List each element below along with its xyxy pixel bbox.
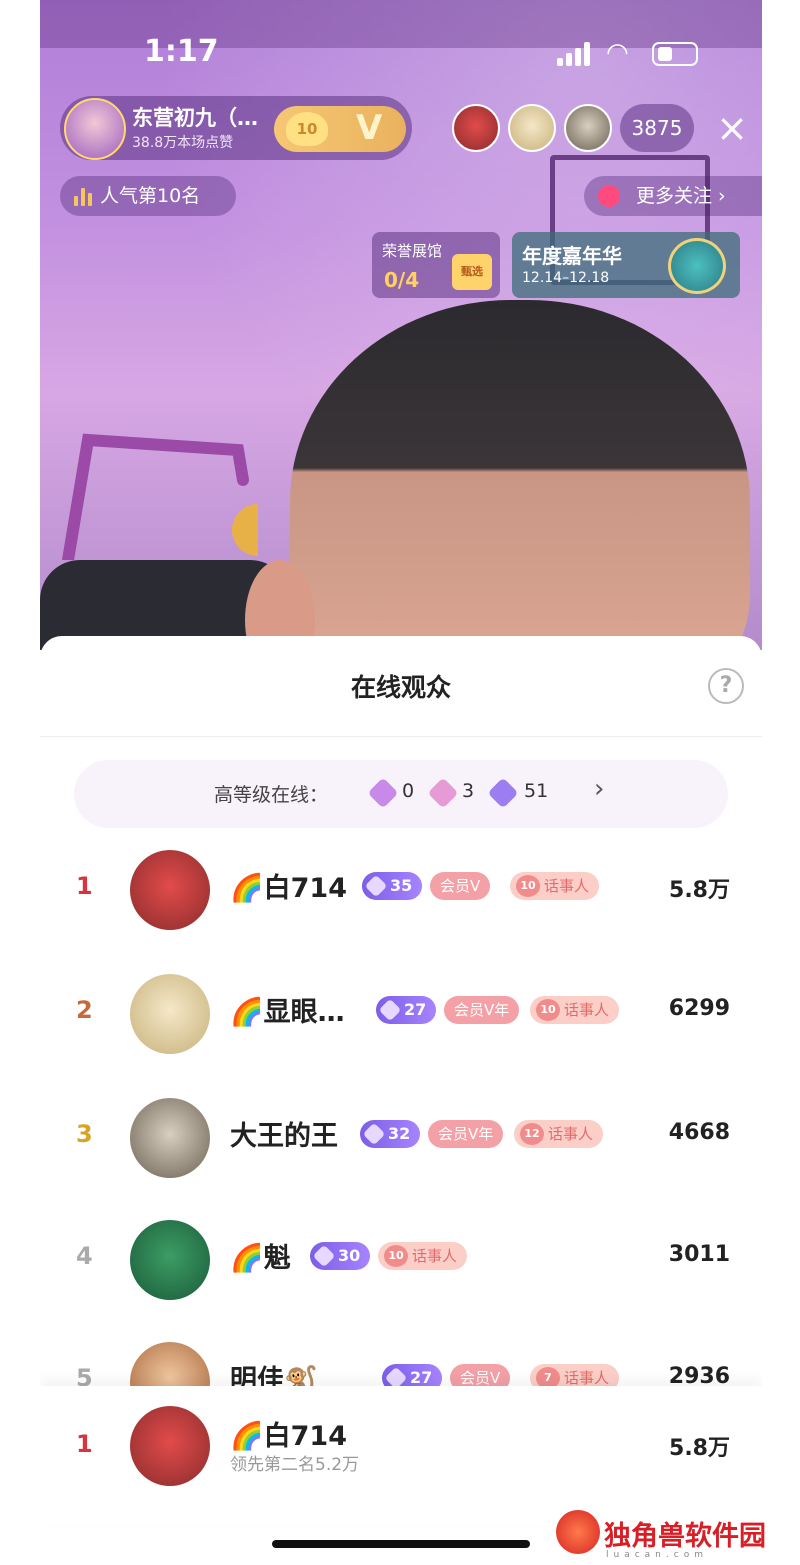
contribution-score: 6299 <box>668 996 730 1021</box>
high-level-online[interactable]: 高等级在线： 0 3 51 › <box>74 760 728 828</box>
avatar[interactable] <box>130 1098 210 1178</box>
user-name: 🌈白714 <box>230 1421 347 1452</box>
popularity-rank[interactable]: 人气第10名 <box>60 176 236 216</box>
host-likes: 38.8万本场点赞 <box>132 135 234 151</box>
vip-icon: V <box>356 108 383 148</box>
pink-gem-icon <box>427 777 459 809</box>
sheet-title: 在线观众 <box>350 673 451 702</box>
contribution-score: 4668 <box>668 1120 730 1145</box>
close-icon[interactable]: × <box>712 104 752 152</box>
cellular-signal-icon <box>557 42 593 66</box>
status-bar: 1:17 ◠ <box>40 28 762 78</box>
more-follow-label: 更多关注 › <box>636 185 726 207</box>
talker-badge: 10 话事人 <box>378 1242 468 1270</box>
talker-badge: 10 话事人 <box>510 872 600 900</box>
user-name: 🌈白714 <box>230 873 347 904</box>
heart-icon: 12 <box>520 1123 544 1145</box>
member-badge: 会员V <box>430 872 491 900</box>
carnival-banner[interactable]: 年度嘉年华 12.14–12.18 <box>512 232 740 298</box>
bar-chart-icon <box>74 186 94 206</box>
douyin-logo-icon <box>668 238 726 294</box>
user-level-badge: 30 <box>310 1242 370 1270</box>
gift-box-icon: 甄选 <box>452 254 492 290</box>
honor-hall-value: 0/4 <box>384 268 420 292</box>
host-name: 东营初九（… <box>132 106 258 130</box>
viewer-count[interactable]: 3875 <box>620 104 694 152</box>
watermark: 独角兽软件园 luacan.com <box>556 1508 800 1564</box>
honor-hall[interactable]: 荣誉展馆 0/4 甄选 <box>372 232 500 298</box>
top-viewer-avatar[interactable] <box>508 104 556 152</box>
watermark-text: 独角兽软件园 <box>604 1521 766 1552</box>
level-count: 0 <box>402 780 415 802</box>
level-count: 3 <box>462 780 475 802</box>
avatar[interactable] <box>130 974 210 1054</box>
crown-gem-icon <box>367 777 399 809</box>
contribution-score: 3011 <box>668 1242 730 1267</box>
talker-badge: 10 话事人 <box>530 996 620 1024</box>
avatar[interactable] <box>130 850 210 930</box>
divider <box>40 736 762 737</box>
home-indicator[interactable] <box>272 1540 530 1548</box>
fan-heart-icon: 10 <box>286 112 328 146</box>
high-level-label: 高等级在线： <box>214 784 329 806</box>
heart-icon: 10 <box>384 1245 408 1267</box>
live-icon <box>598 185 620 207</box>
lead-text: 领先第二名5.2万 <box>230 1455 360 1475</box>
left-margin <box>0 0 40 1565</box>
talker-badge: 12 话事人 <box>514 1120 604 1148</box>
top-viewer-avatar[interactable] <box>452 104 500 152</box>
user-level-badge: 27 <box>376 996 436 1024</box>
rank-number: 2 <box>76 996 93 1024</box>
host-avatar[interactable] <box>64 98 126 160</box>
rank-number: 3 <box>76 1120 93 1148</box>
more-follow-button[interactable]: 更多关注 › <box>584 176 762 216</box>
user-name: 🌈显眼… <box>230 997 345 1028</box>
phone-screen: 1:17 ◠ 东营初九（… 38.8万本场点赞 10 V 3875 × 人气第1… <box>40 0 762 1565</box>
heart-icon: 10 <box>536 999 560 1021</box>
heart-icon: 10 <box>516 875 540 897</box>
rank-number: 4 <box>76 1242 93 1270</box>
honor-hall-label: 荣誉展馆 <box>382 242 443 260</box>
avatar[interactable] <box>130 1406 210 1486</box>
contribution-score: 5.8万 <box>669 878 730 903</box>
battery-icon <box>652 42 698 66</box>
clothes-rack <box>62 433 258 560</box>
watermark-url: luacan.com <box>606 1550 708 1560</box>
list-item[interactable]: 4 🌈魁 30 10 话事人 3011 <box>40 1208 762 1308</box>
right-margin <box>762 0 800 1565</box>
user-level-badge: 35 <box>362 872 422 900</box>
purple-gem-icon <box>487 777 519 809</box>
user-name: 大王的王 <box>230 1121 338 1152</box>
popularity-text: 人气第10名 <box>100 185 201 207</box>
my-rank-row[interactable]: 1 🌈白714 领先第二名5.2万 5.8万 <box>40 1386 762 1526</box>
fan-club-badge[interactable]: 10 V <box>274 106 406 152</box>
host-info[interactable]: 东营初九（… 38.8万本场点赞 10 V <box>60 96 412 160</box>
list-item[interactable]: 2 🌈显眼… 27 会员V年 10 话事人 6299 <box>40 962 762 1062</box>
list-item[interactable]: 3 大王的王 32 会员V年 12 话事人 4668 <box>40 1086 762 1186</box>
level-count: 51 <box>524 780 549 802</box>
list-item[interactable]: 1 🌈白714 35 会员V 10 话事人 5.8万 <box>40 838 762 938</box>
carnival-date: 12.14–12.18 <box>522 270 610 286</box>
user-level-badge: 32 <box>360 1120 420 1148</box>
member-badge: 会员V年 <box>428 1120 504 1148</box>
help-icon[interactable]: ? <box>708 668 744 704</box>
avatar[interactable] <box>130 1220 210 1300</box>
carnival-title: 年度嘉年华 <box>522 244 622 268</box>
rank-number: 1 <box>76 872 93 900</box>
member-badge: 会员V年 <box>444 996 520 1024</box>
wifi-icon: ◠ <box>606 38 629 68</box>
top-viewer-avatar[interactable] <box>564 104 612 152</box>
chevron-right-icon: › <box>594 774 605 804</box>
unicorn-logo-icon <box>556 1510 600 1554</box>
contribution-score: 5.8万 <box>669 1436 730 1461</box>
user-name: 🌈魁 <box>230 1243 291 1274</box>
clock: 1:17 <box>144 34 219 69</box>
rank-number: 1 <box>76 1430 93 1458</box>
